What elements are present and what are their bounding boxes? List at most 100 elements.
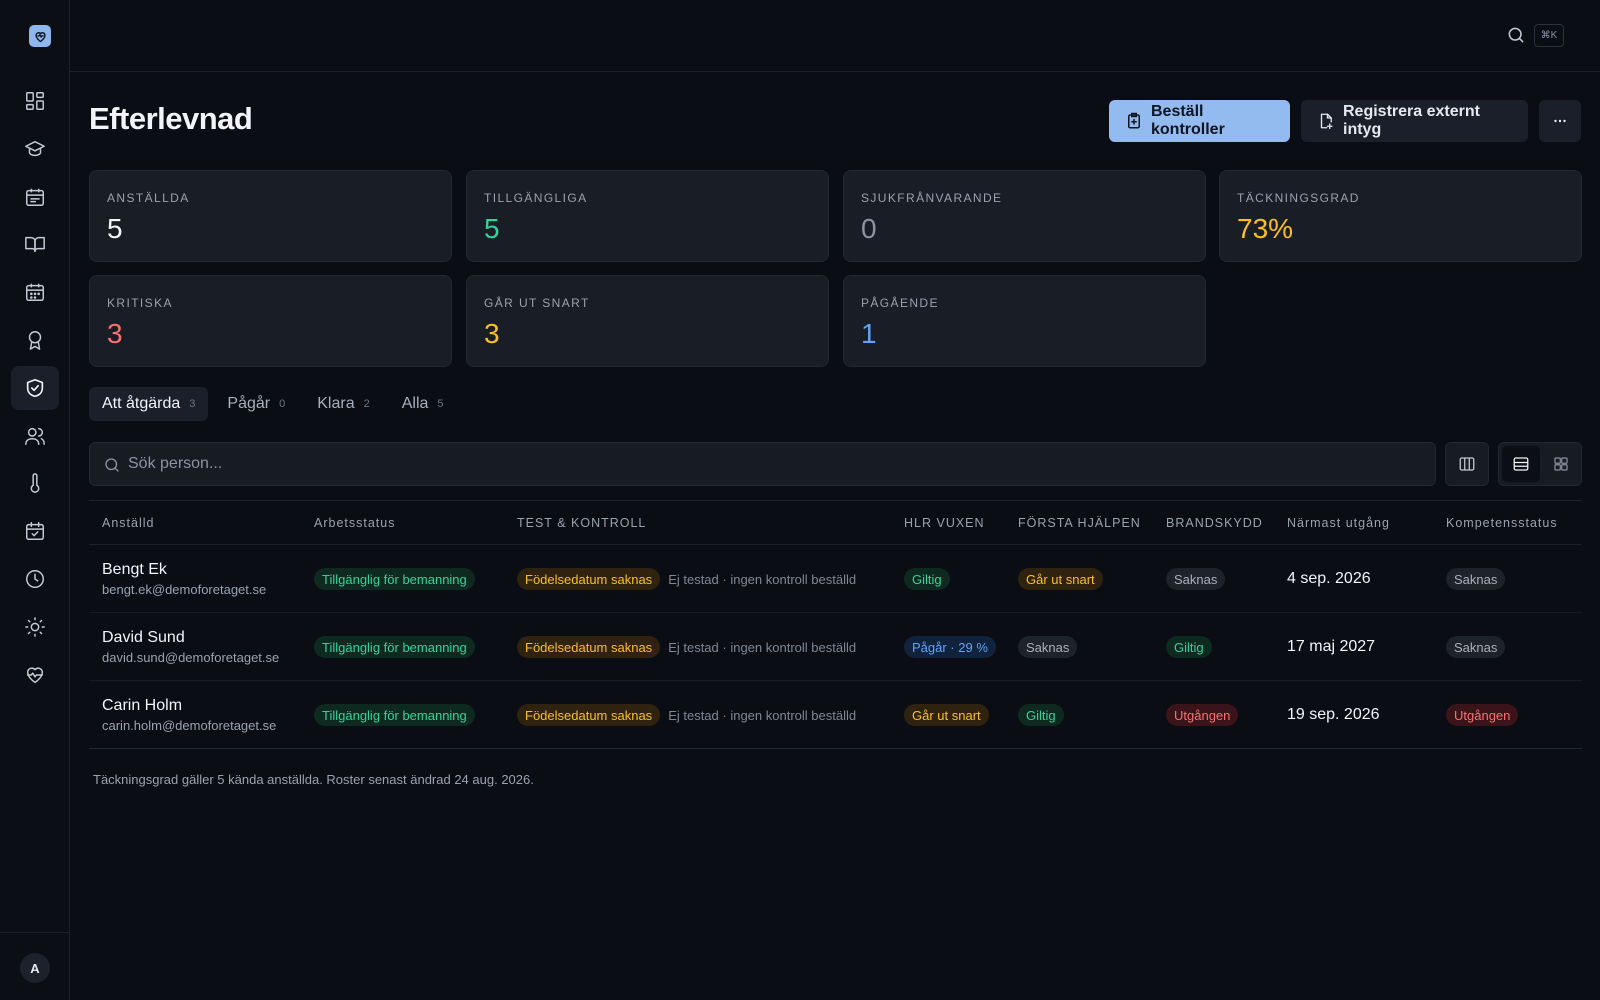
status-badge: Utgången (1166, 704, 1239, 726)
nav-compliance[interactable] (11, 365, 59, 410)
grid-view-button[interactable] (1542, 446, 1580, 482)
status-badge: Tillgänglig för bemanning (314, 636, 475, 658)
first-aid-cell: Giltig (1018, 681, 1064, 749)
more-actions-button[interactable] (1539, 100, 1581, 142)
register-certificate-button[interactable]: Registrera externt intyg (1301, 100, 1528, 142)
sidebar-nav (11, 79, 59, 700)
filter-tabs: Att åtgärda 3 Pågår 0 Klara 2 Alla 5 (89, 387, 457, 421)
avatar[interactable]: A (20, 953, 50, 983)
status-badge: Saknas (1166, 568, 1226, 590)
stat-value: 0 (861, 213, 877, 244)
search-icon[interactable] (1506, 25, 1526, 45)
status-badge: Födelsedatum saknas (517, 704, 661, 726)
column-header[interactable]: BRANDSKYDD (1166, 516, 1263, 530)
employee-name[interactable]: Bengt Ek (102, 561, 167, 579)
columns-button[interactable] (1445, 442, 1489, 486)
users-icon (25, 427, 45, 445)
status-badge: Födelsedatum saknas (517, 636, 661, 658)
view-toggle (1498, 442, 1582, 486)
stat-label: TÄCKNINGSGRAD (1237, 191, 1360, 205)
stat-label: KRITISKA (107, 296, 173, 310)
nav-health[interactable] (11, 653, 59, 697)
clipboard-plus-icon (1128, 112, 1140, 129)
competence-cell: Saknas (1446, 613, 1506, 681)
table-row[interactable]: David Sund david.sund@demoforetaget.se T… (89, 613, 1582, 681)
test-cell: Födelsedatum saknas Ej testad · ingen ko… (517, 613, 856, 681)
fire-cell: Utgången (1166, 681, 1239, 749)
test-cell: Födelsedatum saknas Ej testad · ingen ko… (517, 681, 856, 749)
nav-theme[interactable] (11, 605, 59, 649)
order-checks-label: Beställ kontroller (1151, 103, 1225, 138)
register-certificate-label: Registrera externt intyg (1343, 103, 1480, 138)
status-badge: Saknas (1446, 636, 1506, 658)
column-header[interactable]: HLR VUXEN (904, 516, 985, 530)
coverage-footnote: Täckningsgrad gäller 5 kända anställda. … (93, 772, 534, 787)
nav-schedule[interactable] (11, 175, 59, 219)
nav-dashboard[interactable] (11, 79, 59, 123)
nav-certificates[interactable] (11, 318, 59, 362)
calendar-icon (26, 283, 44, 302)
app-logo-icon[interactable] (29, 25, 51, 47)
tab-ongoing[interactable]: Pågår 0 (214, 387, 298, 421)
competence-cell: Utgången (1446, 681, 1519, 749)
column-header[interactable]: FÖRSTA HJÄLPEN (1018, 516, 1141, 530)
employee-cell: David Sund david.sund@demoforetaget.se (102, 613, 279, 681)
column-header[interactable]: Närmast utgång (1287, 516, 1390, 530)
search-input[interactable] (128, 443, 1418, 485)
status-badge: Giltig (904, 568, 950, 590)
table-view-button[interactable] (1502, 446, 1540, 482)
nav-training[interactable] (11, 127, 59, 171)
table-header: Anställd Arbetsstatus TEST & KONTROLL HL… (89, 500, 1582, 545)
nav-calendar[interactable] (11, 270, 59, 314)
tab-count: 5 (437, 398, 444, 410)
nav-history[interactable] (11, 557, 59, 601)
expiry-date: 17 maj 2027 (1287, 638, 1376, 655)
stat-label: ANSTÄLLDA (107, 191, 190, 205)
person-search (89, 442, 1436, 486)
tab-all[interactable]: Alla 5 (389, 387, 457, 421)
tab-done[interactable]: Klara 2 (304, 387, 382, 421)
nav-library[interactable] (11, 222, 59, 266)
test-note: Ej testad · ingen kontroll beställd (668, 639, 857, 655)
more-horizontal-icon (1554, 119, 1566, 123)
status-badge: Går ut snart (904, 704, 989, 726)
employee-cell: Bengt Ek bengt.ek@demoforetaget.se (102, 545, 266, 613)
column-header[interactable]: Anställd (102, 516, 154, 530)
status-badge: Pågår · 29 % (904, 636, 996, 658)
employee-name[interactable]: David Sund (102, 629, 185, 647)
nav-people[interactable] (11, 414, 59, 458)
employee-name[interactable]: Carin Holm (102, 697, 182, 715)
stat-label: SJUKFRÅNVARANDE (861, 191, 1003, 205)
shield-check-icon (26, 378, 44, 397)
stat-card-ongoing: PÅGÅENDE 1 (843, 275, 1206, 367)
hlr-cell: Giltig (904, 545, 950, 613)
tab-to-action[interactable]: Att åtgärda 3 (89, 387, 209, 421)
stat-label: GÅR UT SNART (484, 296, 590, 310)
column-header[interactable]: Arbetsstatus (314, 516, 395, 530)
employee-email: david.sund@demoforetaget.se (102, 650, 280, 665)
stat-value: 3 (107, 318, 123, 349)
topbar: ⌘K (70, 0, 1600, 72)
stat-card-critical: KRITISKA 3 (89, 275, 452, 367)
nav-temperature[interactable] (11, 461, 59, 505)
order-checks-button[interactable]: Beställ kontroller (1109, 100, 1290, 142)
table-row[interactable]: Carin Holm carin.holm@demoforetaget.se T… (89, 681, 1582, 749)
tab-label: Att åtgärda (102, 395, 181, 412)
sun-icon (25, 616, 45, 637)
tab-count: 0 (279, 398, 286, 410)
stat-card-employees: ANSTÄLLDA 5 (89, 170, 452, 262)
status-badge: Går ut snart (1018, 568, 1103, 590)
shortcut-hint: ⌘K (1534, 24, 1564, 47)
compliance-table: Anställd Arbetsstatus TEST & KONTROLL HL… (89, 500, 1582, 749)
thermometer-icon (30, 473, 40, 494)
tab-label: Klara (317, 395, 355, 412)
employee-email: carin.holm@demoforetaget.se (102, 718, 277, 733)
status-badge: Saknas (1018, 636, 1078, 658)
nav-bookings[interactable] (11, 509, 59, 553)
column-header[interactable]: Kompetensstatus (1446, 516, 1558, 530)
file-plus-icon (1320, 113, 1333, 130)
table-row[interactable]: Bengt Ek bengt.ek@demoforetaget.se Tillg… (89, 545, 1582, 613)
column-header[interactable]: TEST & KONTROLL (517, 516, 646, 530)
test-note: Ej testad · ingen kontroll beställd (668, 707, 857, 723)
fire-cell: Saknas (1166, 545, 1226, 613)
